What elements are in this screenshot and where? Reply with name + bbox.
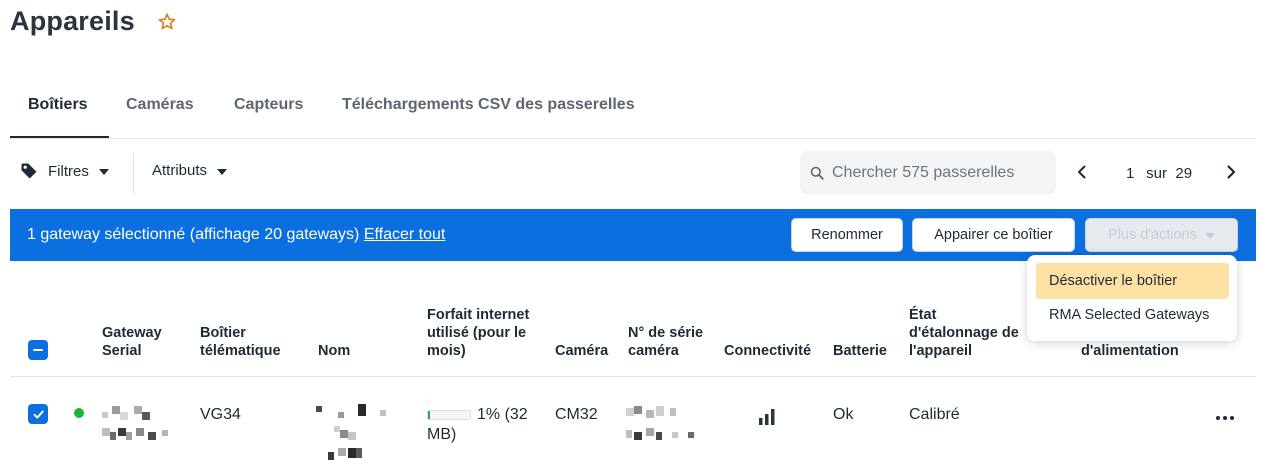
chevron-right-icon[interactable] [1221,162,1241,182]
selection-banner: 1 gateway sélectionné (affichage 20 gate… [10,209,1256,261]
signal-icon [759,409,775,425]
minus-icon [33,349,43,351]
header-line: mois) [427,343,466,359]
redacted-camera-serial [626,404,700,449]
col-nom[interactable]: Nom [318,342,350,360]
redacted-gateway-serial [102,404,174,449]
col-gateway-serial[interactable]: Gateway Serial [102,324,162,360]
tabs-bar: Boîtiers Caméras Capteurs Téléchargement… [10,86,1256,139]
col-camera[interactable]: Caméra [555,342,608,360]
toolbar: Filtres Attributs 1 sur 29 [10,150,1256,196]
usage-progress-fill [428,411,430,419]
active-tab-underline [10,136,109,138]
header-line: N° de série [628,325,704,341]
pager-status: 1 sur 29 [1126,165,1192,182]
col-batterie[interactable]: Batterie [833,342,887,360]
page-title: Appareils [10,6,135,36]
chevron-down-icon [1205,233,1215,239]
filters-label: Filtres [48,162,89,180]
online-status-dot [74,408,84,418]
rename-button[interactable]: Renommer [791,218,903,252]
chevron-left-icon[interactable] [1072,162,1092,182]
header-line: Batterie [833,343,887,359]
cell-batterie: Ok [833,406,854,423]
menu-item-deactivate[interactable]: Désactiver le boîtier [1036,263,1229,299]
select-all-checkbox[interactable] [28,340,48,360]
tab-boitiers[interactable]: Boîtiers [28,96,88,114]
row-checkbox[interactable] [28,404,48,424]
header-line: Connectivité [724,343,812,359]
col-boitier[interactable]: Boîtier télématique [200,324,281,360]
attributes-button[interactable]: Attributs [152,162,228,179]
more-actions-label: Plus d'actions [1107,227,1197,243]
toolbar-divider [133,154,134,194]
usage-progress-bar [427,410,471,420]
cell-forfait-line2: MB) [427,426,457,443]
pager-total: 29 [1175,165,1193,182]
more-actions-menu: Désactiver le boîtier RMA Selected Gatew… [1027,255,1237,341]
cell-etalonnage: Calibré [909,406,960,423]
check-icon [33,410,44,419]
pager-current: 1 [1126,165,1135,182]
col-forfait[interactable]: Forfait internet utilisé (pour le mois) [427,306,529,360]
tab-capteurs[interactable]: Capteurs [234,96,303,114]
col-connectivite[interactable]: Connectivité [724,342,811,360]
search-box [800,151,1056,194]
clear-all-link[interactable]: Effacer tout [364,226,446,243]
header-line: caméra [628,343,679,359]
pager-sep: sur [1146,165,1168,182]
pair-gateway-button[interactable]: Appairer ce boîtier [912,218,1075,252]
table-row[interactable]: VG34 1% (32 MB) CM32 Ok Calibré [10,378,1256,472]
header-line: d'alimentation [1081,343,1179,359]
header-line: Forfait internet [427,307,530,323]
col-etalonnage[interactable]: État d'étalonnage de l'appareil [909,306,1019,360]
menu-item-rma[interactable]: RMA Selected Gateways [1036,297,1229,333]
header-line: l'appareil [909,343,973,359]
tag-icon [21,163,37,179]
cell-forfait-line1: 1% (32 [477,406,528,423]
search-icon [810,166,824,180]
redacted-name [316,402,392,469]
header-line: Gateway [102,325,162,341]
col-serie-camera[interactable]: N° de série caméra [628,324,703,360]
filters-button[interactable]: Filtres [20,162,109,180]
star-icon[interactable] [157,12,177,32]
header-line: d'étalonnage de [909,325,1019,341]
chevron-down-icon [98,169,109,175]
col-alimentation[interactable]: d'alimentation [1081,342,1179,360]
header-line: utilisé (pour le [427,325,527,341]
header-line: État [909,307,937,323]
header-line: Nom [318,343,351,359]
tab-csv-downloads[interactable]: Téléchargements CSV des passerelles [342,96,635,114]
cell-camera: CM32 [555,406,598,423]
chevron-down-icon [217,168,228,175]
more-icon[interactable] [1215,415,1235,421]
header-line: Boîtier [200,325,246,341]
header-line: télématique [200,343,281,359]
attributes-label: Attributs [152,162,208,179]
header-line: Caméra [555,343,609,359]
tab-cameras[interactable]: Caméras [126,96,194,114]
cell-boitier: VG34 [200,406,241,423]
selection-text: 1 gateway sélectionné (affichage 20 gate… [27,226,360,243]
selection-summary: 1 gateway sélectionné (affichage 20 gate… [27,226,445,244]
header-line: Serial [102,343,142,359]
more-actions-button[interactable]: Plus d'actions [1085,218,1238,252]
search-input[interactable] [832,163,1032,182]
